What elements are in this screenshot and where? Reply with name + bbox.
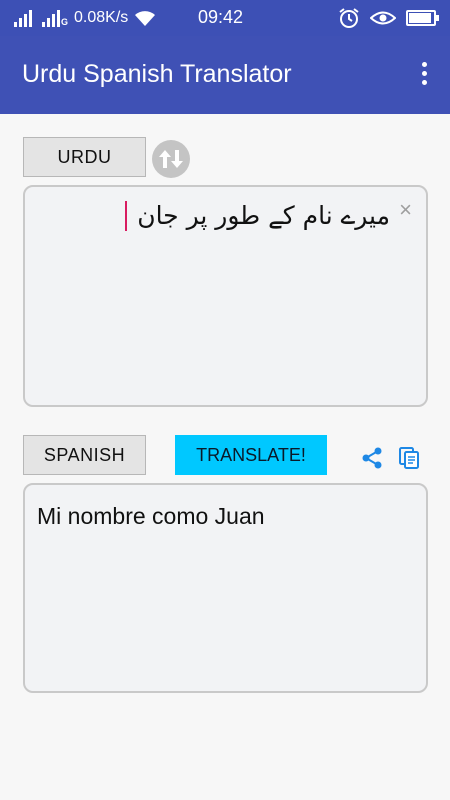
battery-icon [406, 10, 439, 26]
target-language-button[interactable]: SPANISH [23, 435, 146, 475]
source-language-button[interactable]: URDU [23, 137, 146, 177]
clock: 09:42 [198, 7, 244, 27]
share-icon[interactable] [360, 446, 384, 470]
app-title: Urdu Spanish Translator [22, 60, 292, 88]
copy-icon[interactable] [397, 446, 421, 470]
text-cursor [125, 201, 127, 231]
swap-arrows-icon [159, 150, 183, 168]
translate-button[interactable]: TRANSLATE! [175, 435, 327, 475]
overflow-menu-icon[interactable] [420, 62, 428, 88]
translation-output: Mi nombre como Juan [23, 483, 428, 693]
source-text-input[interactable]: میرے نام کے طور پر جان × [23, 185, 428, 407]
app-bar: Urdu Spanish Translator [0, 36, 450, 114]
sim2-tag: G [60, 17, 68, 27]
status-right [338, 7, 439, 29]
swap-languages-button[interactable] [152, 140, 190, 178]
eye-icon [370, 11, 396, 25]
signal-icon [14, 9, 36, 27]
translated-text: Mi nombre como Juan [37, 503, 265, 529]
source-text: میرے نام کے طور پر جان [137, 201, 390, 230]
status-bar: G 0.08K/s 09:42 [0, 0, 450, 36]
wifi-icon [135, 11, 156, 26]
alarm-icon [339, 8, 359, 28]
network-speed: 0.08K/s [74, 9, 129, 26]
status-left: G 0.08K/s [14, 6, 156, 30]
clear-text-icon[interactable]: × [399, 199, 412, 221]
signal-icon-sim2: G [42, 9, 68, 27]
